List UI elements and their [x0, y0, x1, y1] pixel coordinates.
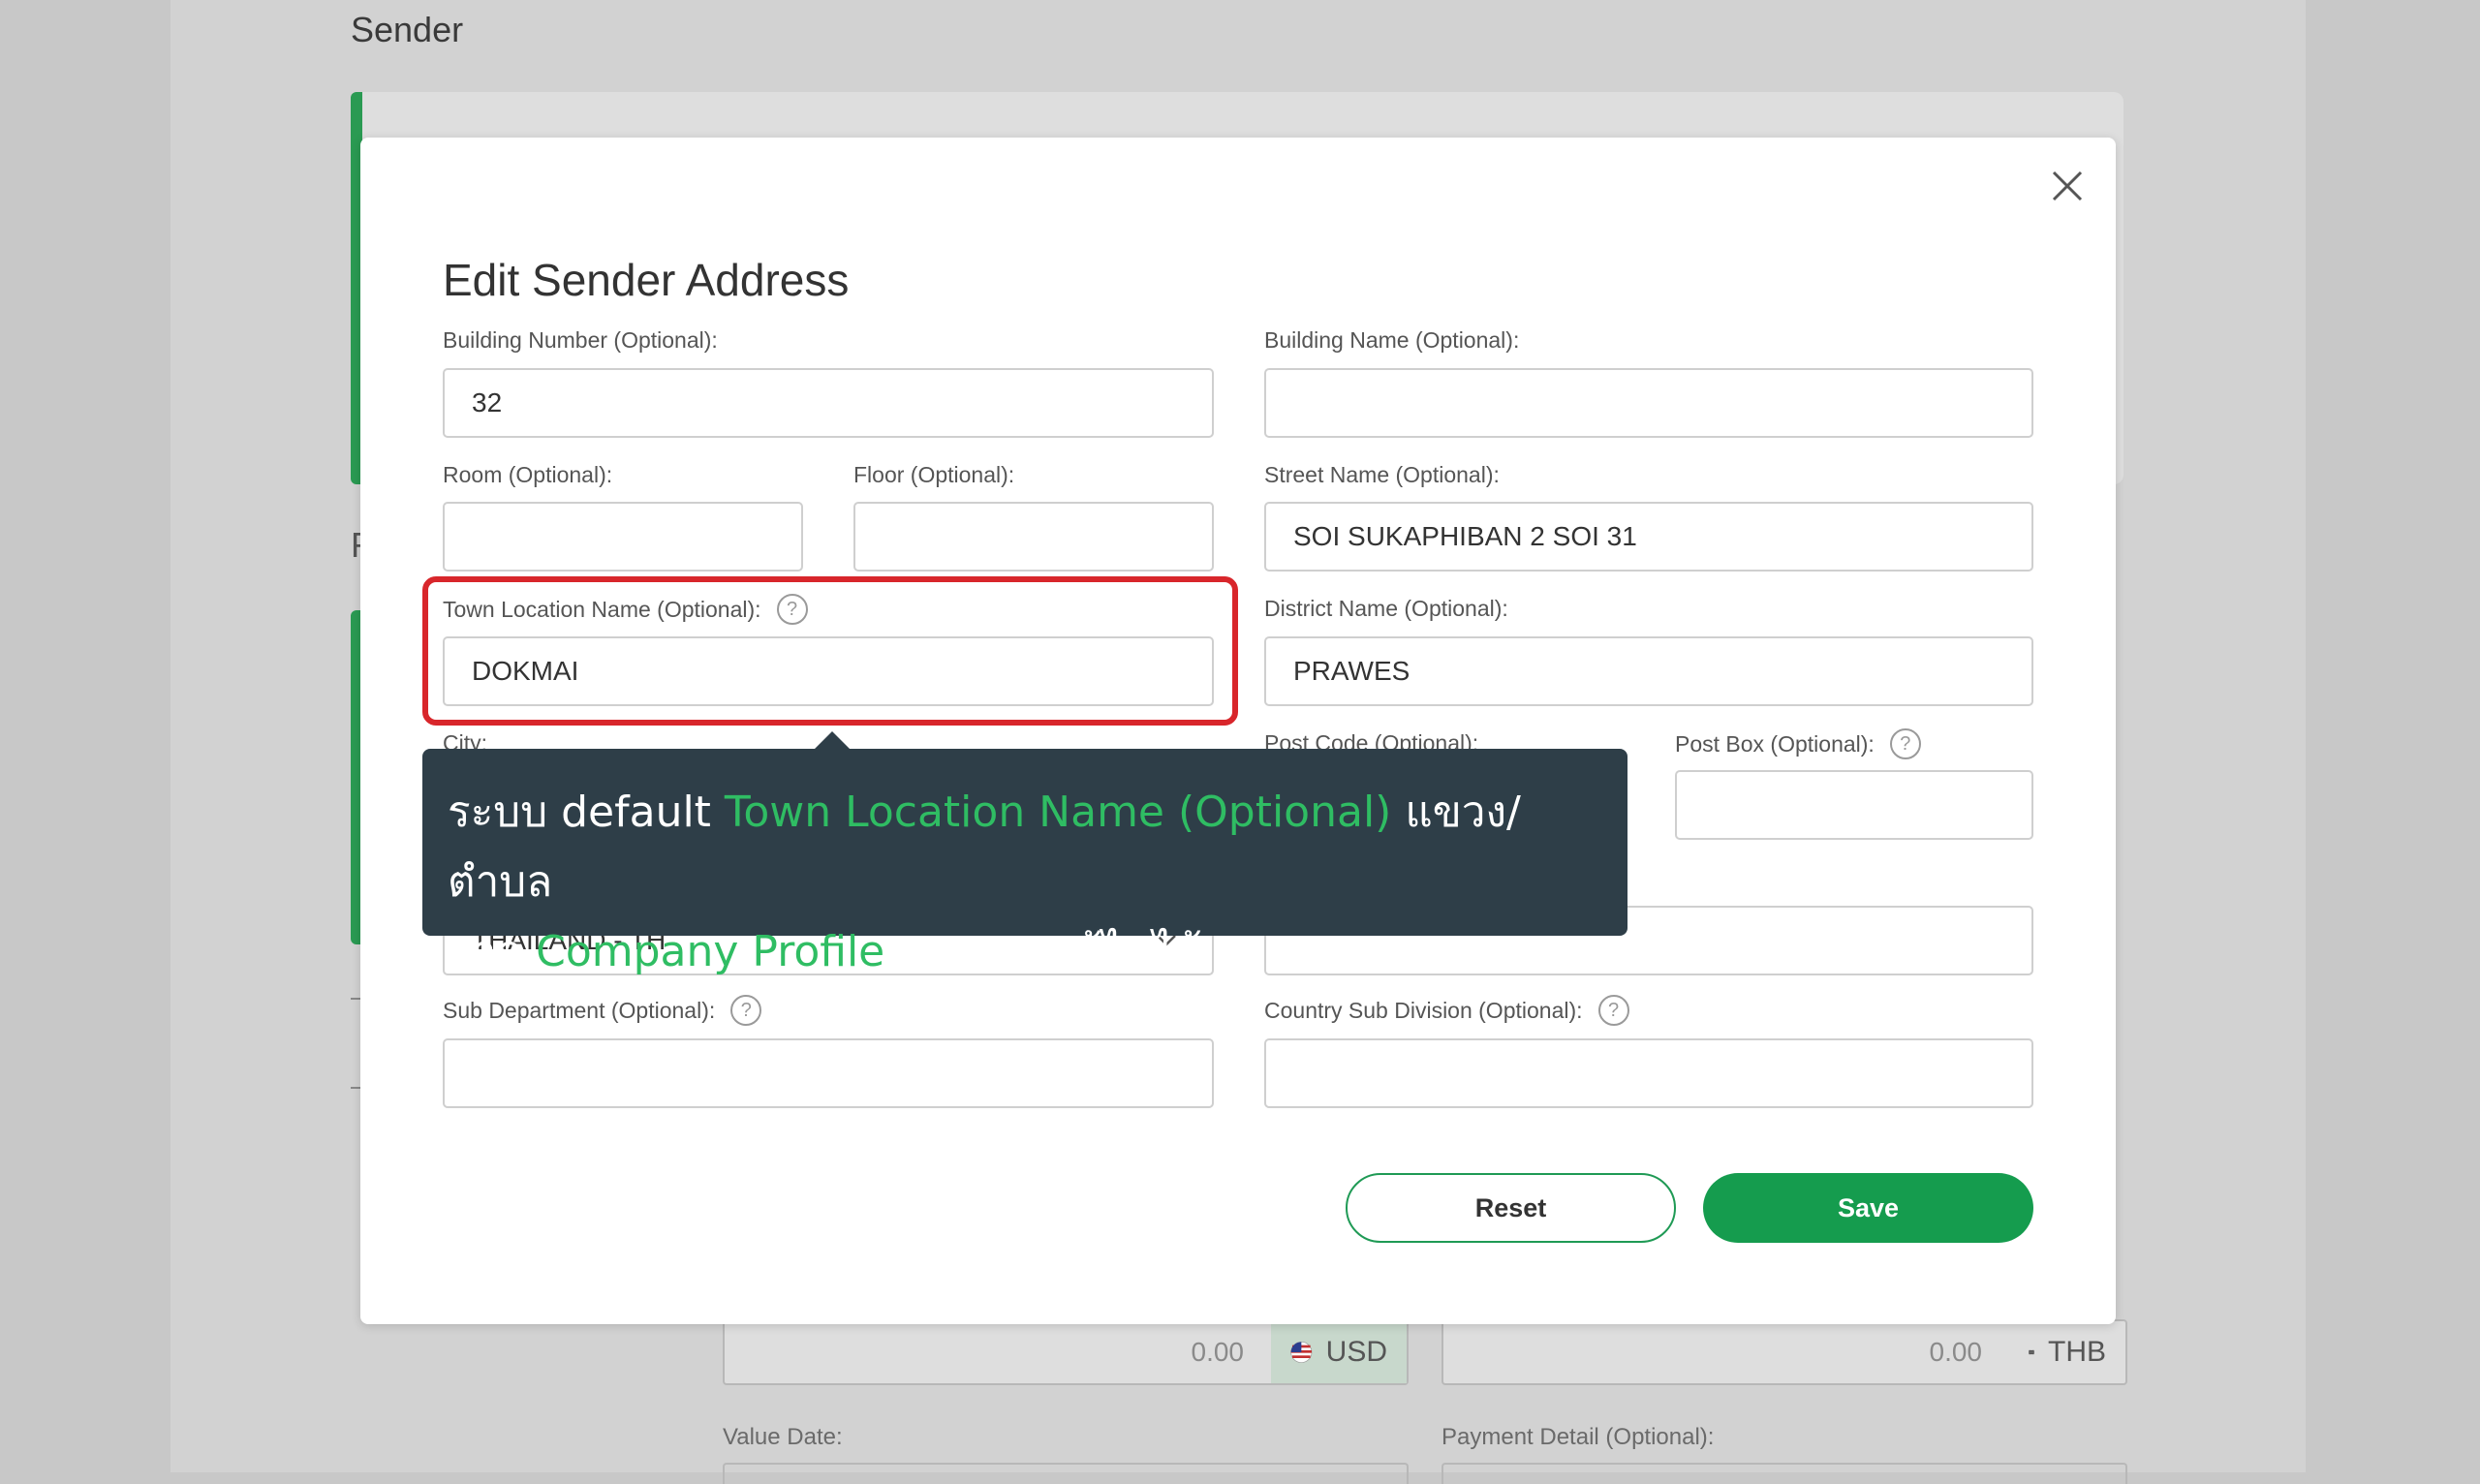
value-date-label: Value Date:	[723, 1424, 843, 1450]
street-name-label: Street Name (Optional):	[1264, 462, 1500, 487]
country-sub-division-input[interactable]	[1264, 1038, 2033, 1108]
sub-department-label: Sub Department (Optional):	[443, 997, 716, 1023]
amount-value: 0.00	[1191, 1337, 1245, 1367]
help-icon[interactable]: ?	[730, 995, 762, 1026]
room-label: Room (Optional):	[443, 462, 613, 487]
tooltip-highlight: Company Profile	[536, 927, 885, 976]
close-button[interactable]	[2048, 167, 2087, 205]
tooltip-arrow	[815, 731, 850, 749]
modal-title: Edit Sender Address	[443, 255, 850, 305]
save-button[interactable]: Save	[1703, 1173, 2033, 1243]
close-icon	[2052, 170, 2083, 201]
building-name-input[interactable]	[1264, 368, 2033, 438]
amount-input-thb[interactable]: 0.00 THB	[1442, 1319, 2127, 1385]
amount-input-usd[interactable]: 0.00 USD	[723, 1319, 1409, 1385]
value-date-input[interactable]	[723, 1463, 1409, 1484]
payment-detail-label: Payment Detail (Optional):	[1442, 1424, 1715, 1450]
tooltip-highlight: Town Location Name (Optional)	[724, 788, 1392, 837]
help-icon[interactable]: ?	[1597, 995, 1629, 1026]
sub-department-label-row: Sub Department (Optional): ?	[443, 995, 762, 1026]
building-number-input[interactable]	[443, 368, 1214, 438]
building-name-label: Building Name (Optional):	[1264, 327, 1520, 353]
country-sub-division-label: Country Sub Division (Optional):	[1264, 997, 1583, 1023]
currency-code: THB	[2048, 1336, 2106, 1368]
reset-button[interactable]: Reset	[1346, 1173, 1676, 1243]
floor-input[interactable]	[853, 502, 1214, 572]
help-icon[interactable]: ?	[1889, 728, 1921, 759]
post-box-label: Post Box (Optional):	[1675, 730, 1875, 757]
sender-section-title: Sender	[351, 10, 464, 49]
floor-label: Floor (Optional):	[853, 462, 1015, 487]
thai-flag-icon	[2029, 1349, 2034, 1355]
district-name-input[interactable]	[1264, 636, 2033, 706]
room-input[interactable]	[443, 502, 803, 572]
district-name-label: District Name (Optional):	[1264, 596, 1508, 621]
tooltip-line-1: ระบบ default Town Location Name (Optiona…	[448, 778, 1602, 917]
currency-code: USD	[1325, 1336, 1387, 1368]
tooltip-text: ระบบ default	[448, 788, 725, 837]
annotation-tooltip: ระบบ default Town Location Name (Optiona…	[422, 749, 1628, 976]
payment-detail-input[interactable]	[1442, 1463, 2127, 1484]
us-flag-icon	[1290, 1342, 1313, 1363]
currency-selector-usd[interactable]: USD	[1271, 1321, 1407, 1383]
currency-selector-thb[interactable]: THB	[2009, 1321, 2125, 1383]
highlight-box	[422, 576, 1238, 726]
tooltip-line-2: จาก Company Profile สามารถแก้ไขได้	[448, 917, 1602, 987]
tooltip-text: สามารถแก้ไขได้	[884, 927, 1202, 976]
post-box-input[interactable]	[1675, 770, 2033, 840]
sub-department-input[interactable]	[443, 1038, 1214, 1108]
street-name-input[interactable]	[1264, 502, 2033, 572]
post-box-label-row: Post Box (Optional): ?	[1675, 728, 1921, 759]
building-number-label: Building Number (Optional):	[443, 327, 718, 353]
amount-value: 0.00	[1929, 1337, 1983, 1367]
country-sub-division-label-row: Country Sub Division (Optional): ?	[1264, 995, 1629, 1026]
tooltip-text: จาก	[448, 927, 537, 976]
